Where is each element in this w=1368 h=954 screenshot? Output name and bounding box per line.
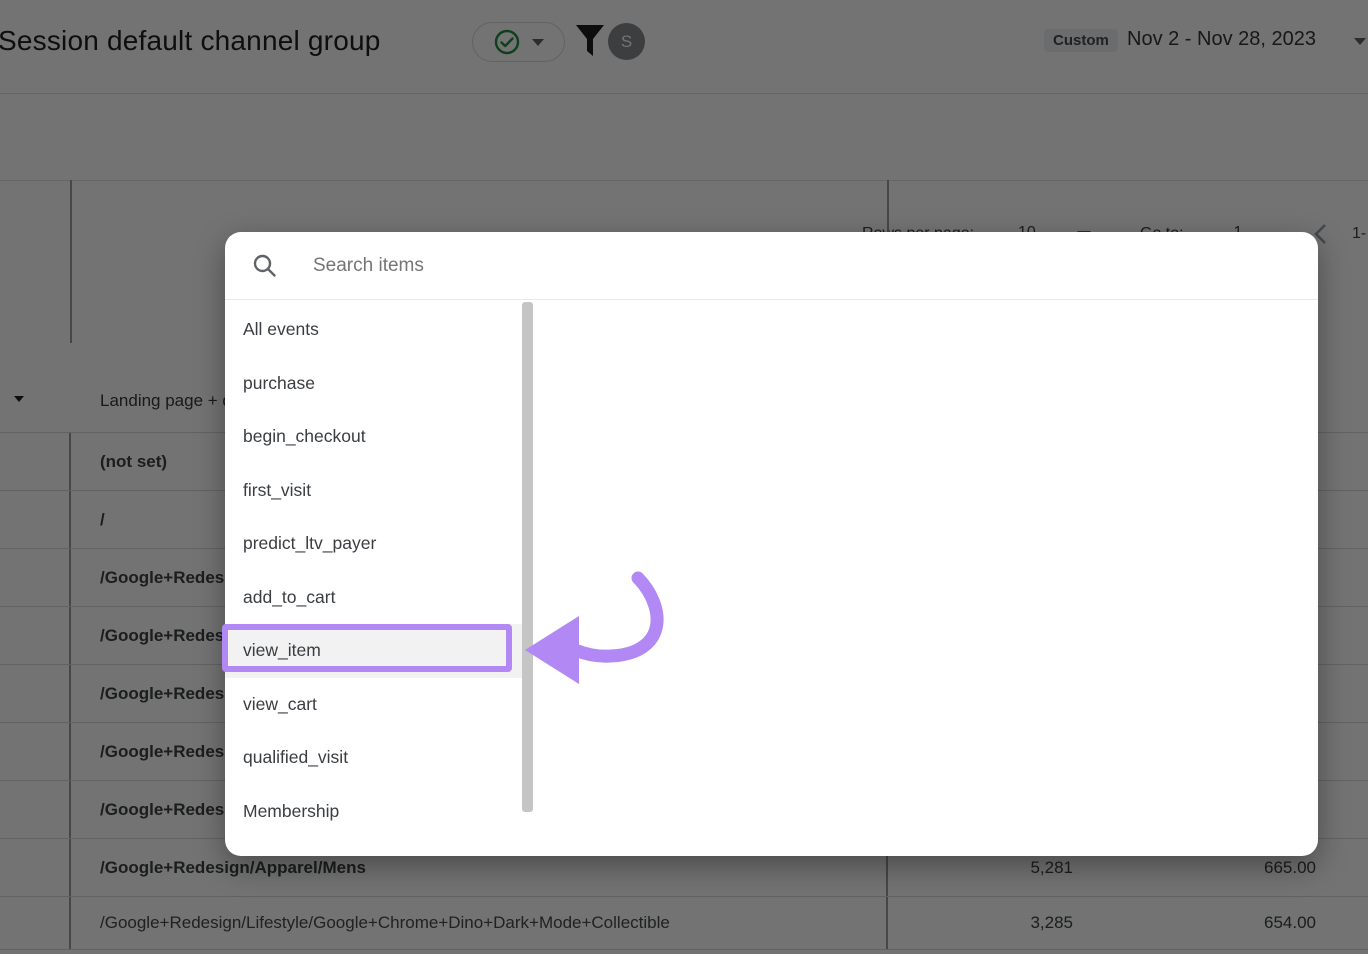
event-list: All events purchase begin_checkout first… <box>225 303 522 838</box>
list-item-qualified-visit[interactable]: qualified_visit <box>225 731 522 785</box>
list-item-all-events[interactable]: All events <box>225 303 522 357</box>
list-item-purchase[interactable]: purchase <box>225 357 522 411</box>
list-item-add-to-cart[interactable]: add_to_cart <box>225 571 522 625</box>
list-scrollbar[interactable] <box>522 302 533 812</box>
search-bar <box>225 232 1318 300</box>
list-item-predict-ltv-payer[interactable]: predict_ltv_payer <box>225 517 522 571</box>
search-icon <box>253 254 276 277</box>
list-item-view-cart[interactable]: view_cart <box>225 678 522 732</box>
list-item-begin-checkout[interactable]: begin_checkout <box>225 410 522 464</box>
event-picker-dialog: All events purchase begin_checkout first… <box>225 232 1318 856</box>
list-item-membership[interactable]: Membership <box>225 785 522 839</box>
list-item-first-visit[interactable]: first_visit <box>225 464 522 518</box>
highlight-box-annotation <box>222 624 512 672</box>
search-input[interactable] <box>313 254 913 277</box>
screen: Session default channel group S Custom N… <box>0 0 1368 954</box>
